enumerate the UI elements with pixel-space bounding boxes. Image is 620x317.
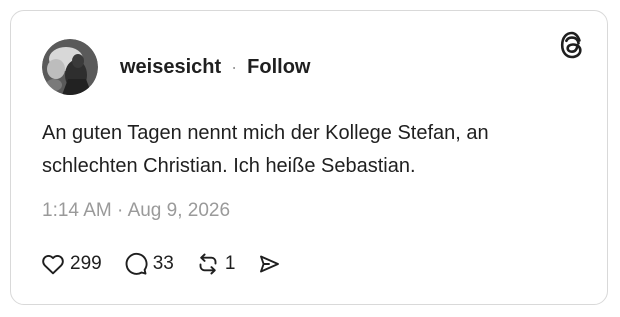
post-header: weisesicht · Follow xyxy=(42,39,311,95)
username[interactable]: weisesicht xyxy=(120,56,221,79)
follow-button[interactable]: Follow xyxy=(247,56,310,79)
comment-bubble-icon xyxy=(125,252,148,275)
avatar-image xyxy=(42,39,98,95)
repost-count: 1 xyxy=(224,253,236,274)
repost-icon xyxy=(199,253,217,275)
share-button[interactable] xyxy=(257,252,281,276)
post-text: An guten Tagen nennt mich der Kollege St… xyxy=(42,117,582,183)
post-timestamp[interactable]: 1:14 AM · Aug 9, 2026 xyxy=(42,200,230,222)
send-icon xyxy=(260,255,280,273)
repost-button[interactable]: 1 xyxy=(196,252,236,276)
post-time: 1:14 AM xyxy=(42,200,112,221)
avatar[interactable] xyxy=(42,39,98,95)
post-text-line-2: schlechten Christian. Ich heiße Sebastia… xyxy=(42,155,416,177)
action-bar: 299 33 1 xyxy=(41,251,303,277)
separator-dot: · xyxy=(231,56,238,77)
like-count: 299 xyxy=(70,253,102,274)
like-button[interactable]: 299 xyxy=(41,253,102,275)
post-date: Aug 9, 2026 xyxy=(127,200,231,221)
heart-icon xyxy=(42,254,64,275)
threads-logo-icon[interactable] xyxy=(559,31,585,59)
post-text-line-1: An guten Tagen nennt mich der Kollege St… xyxy=(42,122,489,144)
reply-count: 33 xyxy=(152,253,174,274)
post-card: weisesicht · Follow An guten Tagen nennt… xyxy=(10,10,608,305)
timestamp-separator: · xyxy=(117,200,124,221)
reply-button[interactable]: 33 xyxy=(124,252,174,276)
